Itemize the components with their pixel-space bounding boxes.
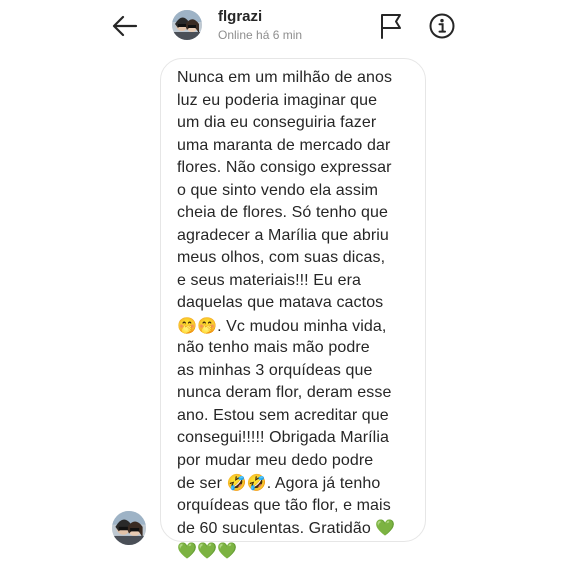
- message-line: meus olhos, com suas dicas,: [177, 249, 386, 266]
- online-status: Online há 6 min: [218, 28, 303, 42]
- message-line: de 60 suculentas. Gratidão 💚: [177, 517, 415, 540]
- message-bubble[interactable]: Nunca em um milhão de anos luz eu poderi…: [160, 58, 426, 560]
- message-line: 💚💚💚: [177, 540, 415, 563]
- hand-over-mouth-emoji: 🤭: [177, 315, 198, 335]
- back-button[interactable]: [110, 11, 140, 41]
- message-line: não tenho mais mão podre: [177, 339, 370, 356]
- message-line: ano. Estou sem acreditar que: [177, 406, 389, 424]
- message-line: as minhas 3 orquídeas que: [177, 361, 373, 379]
- profile-photo: [112, 511, 146, 545]
- message-line: luz eu poderia imaginar que: [177, 91, 378, 109]
- message-line-text: de 60 suculentas. Gratidão: [177, 520, 371, 537]
- green-heart-emoji: 💚: [197, 540, 218, 560]
- message-line: cheia de flores. Só tenho que: [177, 204, 389, 221]
- message-line: uma maranta de mercado dar: [177, 136, 391, 154]
- green-heart-emoji: 💚: [177, 540, 198, 560]
- chat-header: flgrazi Online há 6 min: [0, 0, 570, 52]
- avatar[interactable]: [172, 10, 202, 40]
- message-line: 🤭🤭. Vc mudou minha vida,: [177, 315, 415, 338]
- username[interactable]: flgrazi: [218, 8, 262, 25]
- message-line-text: . Vc mudou minha vida,: [217, 317, 387, 335]
- hand-over-mouth-emoji: 🤭: [197, 315, 218, 335]
- message-line: e seus materiais!!! Eu era: [177, 271, 362, 289]
- message-line: consegui!!!!! Obrigada Marília: [177, 429, 389, 446]
- message-line: um dia eu conseguiria fazer: [177, 114, 377, 131]
- message-line: daquelas que matava cactos: [177, 294, 384, 311]
- rofl-emoji: 🤣: [226, 473, 247, 492]
- message-line: por mudar meu dedo podre: [177, 451, 374, 469]
- message-line: o que sinto vendo ela assim: [177, 181, 379, 199]
- flag-icon: [381, 14, 401, 39]
- message-line-text: . Agora já tenho: [266, 475, 381, 492]
- message-line: agradecer a Marília que abriu: [177, 226, 389, 244]
- sender-avatar[interactable]: [112, 511, 146, 545]
- message-line-text: de ser: [177, 475, 223, 492]
- message-line: orquídeas que tão flor, e mais: [177, 496, 391, 514]
- message-line: Nunca em um milhão de anos: [177, 69, 393, 86]
- message-line: de ser 🤣🤣. Agora já tenho: [177, 472, 415, 495]
- info-icon: [429, 13, 455, 39]
- green-heart-emoji: 💚: [375, 518, 396, 537]
- info-button[interactable]: [428, 12, 456, 40]
- profile-photo: [172, 10, 202, 40]
- rofl-emoji: 🤣: [246, 473, 267, 492]
- message-line: flores. Não consigo expressar: [177, 159, 392, 176]
- green-heart-emoji: 💚: [217, 540, 238, 560]
- arrow-left-icon: [112, 15, 138, 37]
- report-button[interactable]: [378, 12, 404, 40]
- message-line: nunca deram flor, deram esse: [177, 384, 392, 401]
